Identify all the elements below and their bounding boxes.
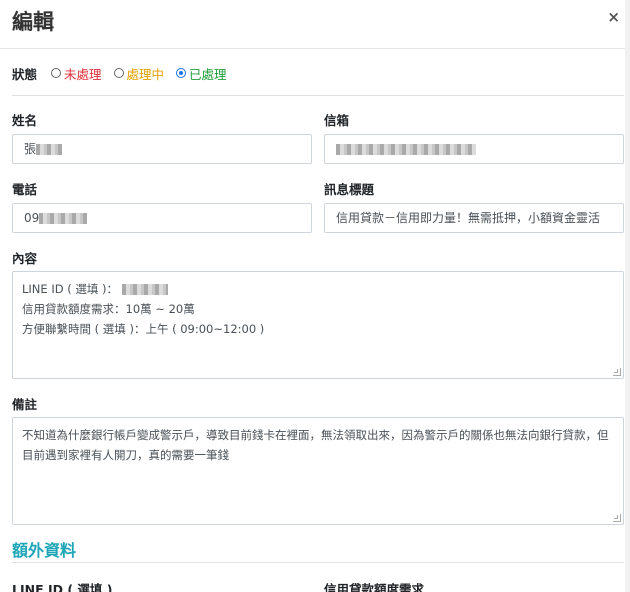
status-option-processing[interactable]: 處理中	[113, 64, 165, 83]
note-label: 備註	[12, 397, 38, 412]
status-option-label: 已處理	[189, 66, 227, 82]
modal-title: 編輯	[12, 10, 54, 34]
radio-checked-icon[interactable]	[176, 68, 187, 78]
resize-handle-icon[interactable]	[613, 368, 621, 376]
divider	[12, 95, 624, 96]
redacted-mask	[36, 144, 63, 155]
content-line: 信用貸款額度需求：10萬 ~ 20萬	[22, 302, 195, 316]
name-input[interactable]: 張	[12, 134, 312, 164]
name-value: 張	[24, 142, 37, 156]
radio-icon[interactable]	[51, 68, 62, 78]
edit-modal: 編輯 × 狀態 未處理 處理中 已處理 姓名 張 信箱 電話 09 訊息標題 信…	[0, 0, 630, 592]
content-label: 內容	[12, 251, 38, 266]
content-line: 方便聯繫時間 ( 選填 )：上午 ( 09:00~12:00 )	[22, 322, 265, 336]
phone-input[interactable]: 09	[12, 203, 312, 233]
modal-header: 編輯 ×	[0, 0, 630, 49]
phone-label: 電話	[12, 182, 38, 197]
email-label: 信箱	[324, 113, 350, 128]
status-row: 狀態 未處理 處理中 已處理	[12, 64, 239, 82]
email-input[interactable]	[324, 134, 624, 164]
status-option-unprocessed[interactable]: 未處理	[51, 64, 102, 83]
line-id-label: LINE ID ( 選填 )	[12, 582, 113, 592]
redacted-mask	[39, 213, 88, 224]
content-textarea[interactable]: LINE ID ( 選填 )： 信用貸款額度需求：10萬 ~ 20萬 方便聯繫時…	[12, 271, 624, 379]
resize-handle-icon[interactable]	[613, 514, 621, 522]
phone-value: 09	[24, 211, 40, 225]
divider	[12, 562, 624, 563]
subject-input[interactable]: 信用貸款－信用即力量！無需抵押，小額資金靈活	[324, 203, 624, 233]
loan-amount-label: 信用貸款額度需求	[324, 582, 425, 592]
note-value: 不知道為什麼銀行帳戶變成警示戶，導致目前錢卡在裡面，無法領取出來，因為警示戶的關…	[22, 428, 609, 462]
scrollbar[interactable]	[625, 0, 630, 592]
redacted-mask	[121, 284, 168, 295]
note-textarea[interactable]: 不知道為什麼銀行帳戶變成警示戶，導致目前錢卡在裡面，無法領取出來，因為警示戶的關…	[12, 417, 624, 525]
content-line: LINE ID ( 選填 )：	[22, 279, 614, 299]
subject-value: 信用貸款－信用即力量！無需抵押，小額資金靈活	[336, 211, 601, 225]
redacted-mask	[336, 144, 476, 155]
status-option-label: 處理中	[126, 66, 165, 82]
section-title-extra: 額外資料	[12, 541, 77, 560]
close-icon[interactable]: ×	[607, 8, 620, 26]
status-label: 狀態	[12, 66, 38, 82]
subject-label: 訊息標題	[324, 182, 375, 197]
status-option-processed[interactable]: 已處理	[176, 64, 227, 83]
name-label: 姓名	[12, 113, 38, 128]
status-option-label: 未處理	[64, 66, 102, 82]
radio-icon[interactable]	[113, 68, 124, 78]
